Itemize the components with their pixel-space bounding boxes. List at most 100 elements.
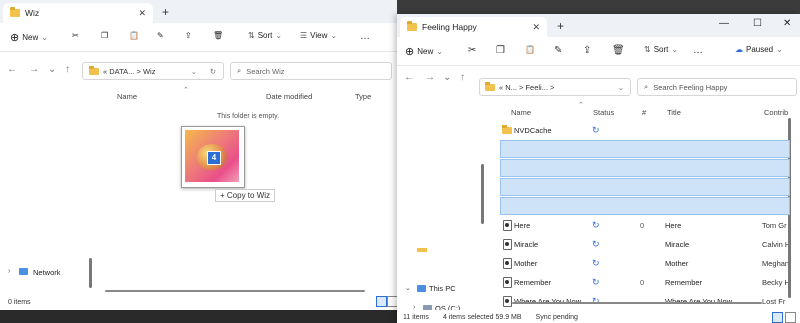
- track-title: Mother: [665, 258, 689, 268]
- sort-button[interactable]: ⇅ Sort ⌄: [644, 45, 678, 54]
- drag-preview: 4: [181, 126, 245, 188]
- column-number[interactable]: #: [642, 108, 646, 117]
- close-tab-icon[interactable]: ✕: [138, 8, 146, 19]
- search-box[interactable]: ⌕ Search Feeling Happy: [637, 78, 797, 96]
- row-selection-highlight: [500, 178, 790, 196]
- copy-icon[interactable]: ❐: [101, 31, 108, 40]
- audio-file-icon: [503, 295, 512, 307]
- address-bar[interactable]: « N... > Feeli... > ⌄: [479, 78, 631, 96]
- toolbar: ⊕ New ⌄ ✂ ❐ 📋 ✎ ⇪ 🗑 ⇅ Sort ⌄ … ☁ Paused …: [397, 37, 800, 66]
- share-icon[interactable]: ⇪: [583, 45, 591, 56]
- delete-icon[interactable]: 🗑: [612, 45, 625, 56]
- title-bar: Feeling Happy ✕ + — ☐ ✕: [397, 14, 800, 37]
- expand-chevron-icon[interactable]: ›: [8, 268, 10, 275]
- sync-status-icon: ↻: [592, 257, 600, 268]
- file-row[interactable]: Remember ↻ 0 Remember Becky H: [500, 273, 800, 291]
- back-icon[interactable]: ←: [404, 72, 414, 83]
- contributing-artist: Meghan: [762, 258, 790, 268]
- view-button[interactable]: ☰ View ⌄: [300, 31, 337, 40]
- file-row[interactable]: Here ↻ 0 Here Tom Gr: [500, 216, 800, 234]
- forward-icon[interactable]: →: [425, 72, 435, 83]
- track-title: Miracle: [665, 239, 690, 249]
- search-icon: ⌕: [237, 66, 242, 75]
- back-icon[interactable]: ←: [7, 64, 17, 75]
- column-title[interactable]: Title: [667, 108, 681, 117]
- address-bar[interactable]: « DATA... > Wiz ⌄ ↻: [82, 62, 224, 80]
- search-box[interactable]: ⌕ Search Wiz: [230, 62, 392, 80]
- address-path: « N... > Feeli... >: [499, 82, 555, 92]
- rename-icon[interactable]: ✎: [157, 31, 164, 40]
- file-row[interactable]: Mother ↻ Mother Meghan: [500, 254, 800, 272]
- nav-scrollbar[interactable]: [89, 258, 92, 288]
- paste-icon[interactable]: 📋: [129, 31, 139, 40]
- new-button[interactable]: ⊕ New ⌄: [10, 31, 48, 44]
- recent-chevron-icon[interactable]: ⌄: [48, 64, 56, 75]
- expand-chevron-icon[interactable]: ⌄: [405, 284, 411, 292]
- details-view-icon[interactable]: [772, 312, 783, 323]
- file-row[interactable]: Where Are You Now ↻ Where Are You Now Lost …: [500, 292, 800, 310]
- onedrive-paused-button[interactable]: ☁ Paused ⌄: [735, 45, 783, 54]
- file-name: Remember: [514, 277, 552, 287]
- chevron-down-icon[interactable]: ⌄: [618, 83, 624, 92]
- forward-icon[interactable]: →: [29, 64, 39, 75]
- search-placeholder: Search Feeling Happy: [653, 82, 728, 92]
- tiles-view-icon[interactable]: [785, 312, 796, 323]
- column-status[interactable]: Status: [593, 108, 614, 117]
- column-type[interactable]: Type: [355, 92, 371, 101]
- chevron-down-icon: ⌄: [330, 31, 338, 40]
- recent-chevron-icon[interactable]: ⌄: [443, 72, 451, 83]
- tab-title: Feeling Happy: [422, 22, 477, 32]
- more-options-button[interactable]: …: [360, 31, 370, 42]
- chevron-down-icon: ⌄: [275, 31, 283, 40]
- sort-label: Sort: [653, 45, 669, 54]
- nav-scrollbar[interactable]: [481, 164, 484, 224]
- network-icon: [19, 268, 28, 275]
- delete-icon[interactable]: 🗑: [213, 31, 223, 40]
- cut-icon[interactable]: ✂: [468, 45, 476, 56]
- rename-icon[interactable]: ✎: [554, 45, 562, 56]
- column-name[interactable]: Name: [511, 108, 531, 117]
- sort-button[interactable]: ⇅ Sort ⌄: [248, 31, 282, 40]
- computer-icon: [417, 285, 426, 292]
- explorer-window-wiz: Wiz ✕ + ⊕ New ⌄ ✂ ❐ 📋 ✎ ⇪ 🗑 ⇅ Sort ⌄ ☰ V…: [0, 0, 397, 323]
- chevron-down-icon[interactable]: ⌄: [191, 67, 197, 76]
- tab-wiz[interactable]: Wiz ✕: [3, 3, 153, 23]
- refresh-icon[interactable]: ↻: [210, 67, 216, 76]
- new-tab-button[interactable]: +: [162, 5, 169, 19]
- sync-status-icon: ↻: [592, 124, 600, 135]
- status-bar: 11 items 4 items selected 59.9 MB Sync p…: [397, 310, 800, 323]
- nav-network[interactable]: Network: [33, 268, 61, 277]
- new-button[interactable]: ⊕ New ⌄: [405, 45, 443, 58]
- audio-file-icon: [503, 257, 512, 269]
- cloud-paused-icon: ☁: [735, 45, 743, 54]
- new-tab-button[interactable]: +: [557, 19, 564, 33]
- horizontal-scrollbar[interactable]: [105, 290, 365, 292]
- column-date-modified[interactable]: Date modified: [266, 92, 312, 101]
- up-icon[interactable]: ↑: [460, 72, 465, 83]
- selection-info: 4 items selected 59.9 MB: [442, 313, 522, 321]
- sync-status-icon: ↻: [592, 276, 600, 287]
- details-view-icon[interactable]: [376, 296, 387, 307]
- horizontal-scrollbar[interactable]: [512, 302, 762, 304]
- paste-icon[interactable]: 📋: [525, 45, 535, 54]
- nav-this-pc[interactable]: This PC: [429, 284, 456, 293]
- up-icon[interactable]: ↑: [65, 64, 70, 75]
- column-contributing-artists[interactable]: Contrib: [764, 108, 788, 117]
- copy-icon[interactable]: ❐: [496, 45, 505, 56]
- file-row[interactable]: Miracle ↻ Miracle Calvin H: [500, 235, 800, 253]
- tab-feeling-happy[interactable]: Feeling Happy ✕: [400, 17, 547, 37]
- close-tab-icon[interactable]: ✕: [532, 22, 540, 33]
- maximize-icon[interactable]: ☐: [753, 18, 762, 29]
- address-path: « DATA... > Wiz: [103, 66, 156, 76]
- folder-icon: [502, 124, 512, 134]
- folder-row[interactable]: NVDCache ↻: [500, 121, 800, 139]
- close-window-icon[interactable]: ✕: [783, 18, 791, 29]
- tiles-view-icon[interactable]: [387, 296, 397, 307]
- minimize-icon[interactable]: —: [719, 18, 729, 29]
- file-name: Here: [514, 220, 531, 230]
- column-name[interactable]: Name: [117, 92, 137, 101]
- file-name: Where Are You Now: [514, 296, 582, 306]
- share-icon[interactable]: ⇪: [185, 31, 192, 40]
- more-options-button[interactable]: …: [693, 45, 703, 56]
- cut-icon[interactable]: ✂: [72, 31, 79, 40]
